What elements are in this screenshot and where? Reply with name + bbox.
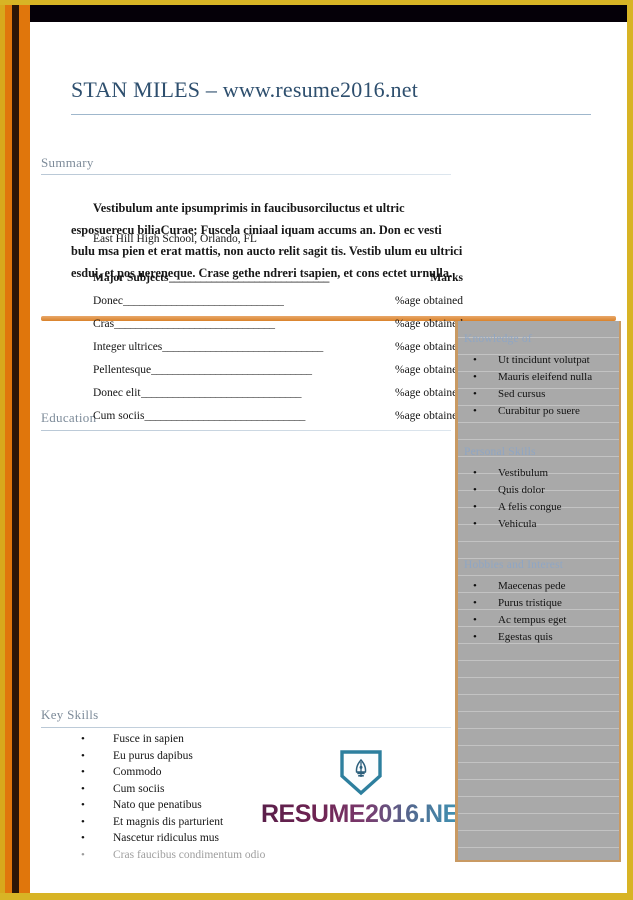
education-row-value: %age obtained <box>394 341 463 353</box>
logo-wordmark: RESUME2016.NET <box>261 800 474 828</box>
education-fill-line[interactable]: ______________________________ <box>114 318 393 330</box>
education-row-label: Integer ultrices <box>93 341 163 353</box>
list-item: Vehicula <box>464 516 613 533</box>
education-column-marks: Marks <box>430 272 463 284</box>
table-row: Pellentesque ___________________________… <box>93 364 463 387</box>
education-row-value: %age obtained <box>394 364 463 376</box>
education-fill-line[interactable]: ______________________________ <box>169 272 429 284</box>
frame-orange-strip-outer <box>5 0 12 900</box>
section-heading-education: Education <box>41 410 97 425</box>
top-black-bar <box>30 5 627 22</box>
education-row-value: %age obtained <box>394 295 463 307</box>
table-row: Cum sociis _____________________________… <box>93 410 463 433</box>
frame-dark-strip <box>12 0 19 900</box>
education-row-label: Donec <box>93 295 124 307</box>
education-row-value: %age obtained <box>394 387 463 399</box>
list-item: Cras faucibus condimentum odio <box>71 847 471 864</box>
resume2016-logo: RESUME2016.NET <box>261 748 474 829</box>
education-fill-line[interactable]: ______________________________ <box>144 410 393 422</box>
education-column-subject: Major Subjects <box>93 272 169 284</box>
section-heading-key-skills: Key Skills <box>41 707 99 722</box>
sidebar-list-knowledge: Ut tincidunt volutpat Mauris eleifend nu… <box>464 352 613 420</box>
list-item: Mauris eleifend nulla <box>464 369 613 386</box>
resume-page: STAN MILES – www.resume2016.net Summary … <box>30 22 627 893</box>
sidebar-heading-hobbies: Hobbies and Interest <box>464 559 564 571</box>
table-row: Donec elit _____________________________… <box>93 387 463 410</box>
list-item: Fusce in sapien <box>71 731 471 748</box>
table-row: Donec ______________________________ %ag… <box>93 295 463 318</box>
page-title: STAN MILES – www.resume2016.net <box>71 77 419 102</box>
list-item: Maecenas pede <box>464 578 613 595</box>
section-heading-summary: Summary <box>41 155 94 170</box>
frame-gold-right-strip <box>627 0 633 900</box>
sidebar-heading-knowledge: Knowledge of <box>464 333 532 345</box>
education-row-label: Donec elit <box>93 387 141 399</box>
frame-orange-strip-inner <box>19 0 30 900</box>
title-divider <box>71 114 591 115</box>
list-item: A felis congue <box>464 499 613 516</box>
sidebar-list-personal-skills: Vestibulum Quis dolor A felis congue Veh… <box>464 465 613 533</box>
list-item: Sed cursus <box>464 386 613 403</box>
list-item: Ut tincidunt volutpat <box>464 352 613 369</box>
shield-pen-nib-icon <box>340 750 382 796</box>
list-item: Curabitur po suere <box>464 403 613 420</box>
table-row: Integer ultrices _______________________… <box>93 341 463 364</box>
education-row-value: %age obtained <box>394 318 463 330</box>
education-fill-line[interactable]: ______________________________ <box>162 341 393 353</box>
table-row: Major Subjects _________________________… <box>93 272 463 295</box>
list-item: Purus tristique <box>464 595 613 612</box>
education-row-value: %age obtained <box>394 410 463 422</box>
education-marks-table: Major Subjects _________________________… <box>93 272 463 433</box>
education-fill-line[interactable]: ______________________________ <box>123 295 393 307</box>
list-item: Vestibulum <box>464 465 613 482</box>
frame-gold-bottom-strip <box>0 893 633 900</box>
education-row-label: Cras <box>93 318 115 330</box>
education-fill-line[interactable]: ______________________________ <box>141 387 393 399</box>
education-fill-line[interactable]: ______________________________ <box>151 364 393 376</box>
education-school-name: East Hill High School, Orlando, FL <box>93 233 257 245</box>
list-item: Quis dolor <box>464 482 613 499</box>
sidebar-panel: Knowledge of Ut tincidunt volutpat Mauri… <box>455 321 621 862</box>
table-row: Cras ______________________________ %age… <box>93 318 463 341</box>
section-rule-summary <box>41 174 451 175</box>
section-rule-key-skills <box>41 727 451 728</box>
education-row-label: Cum sociis <box>93 410 145 422</box>
sidebar-heading-personal-skills: Personal Skills <box>464 446 536 458</box>
list-item: Ac tempus eget <box>464 612 613 629</box>
list-item: Egestas quis <box>464 629 613 646</box>
list-item: Nascetur ridiculus mus <box>71 830 471 847</box>
education-row-label: Pellentesque <box>93 364 152 376</box>
sidebar-list-hobbies: Maecenas pede Purus tristique Ac tempus … <box>464 578 613 646</box>
